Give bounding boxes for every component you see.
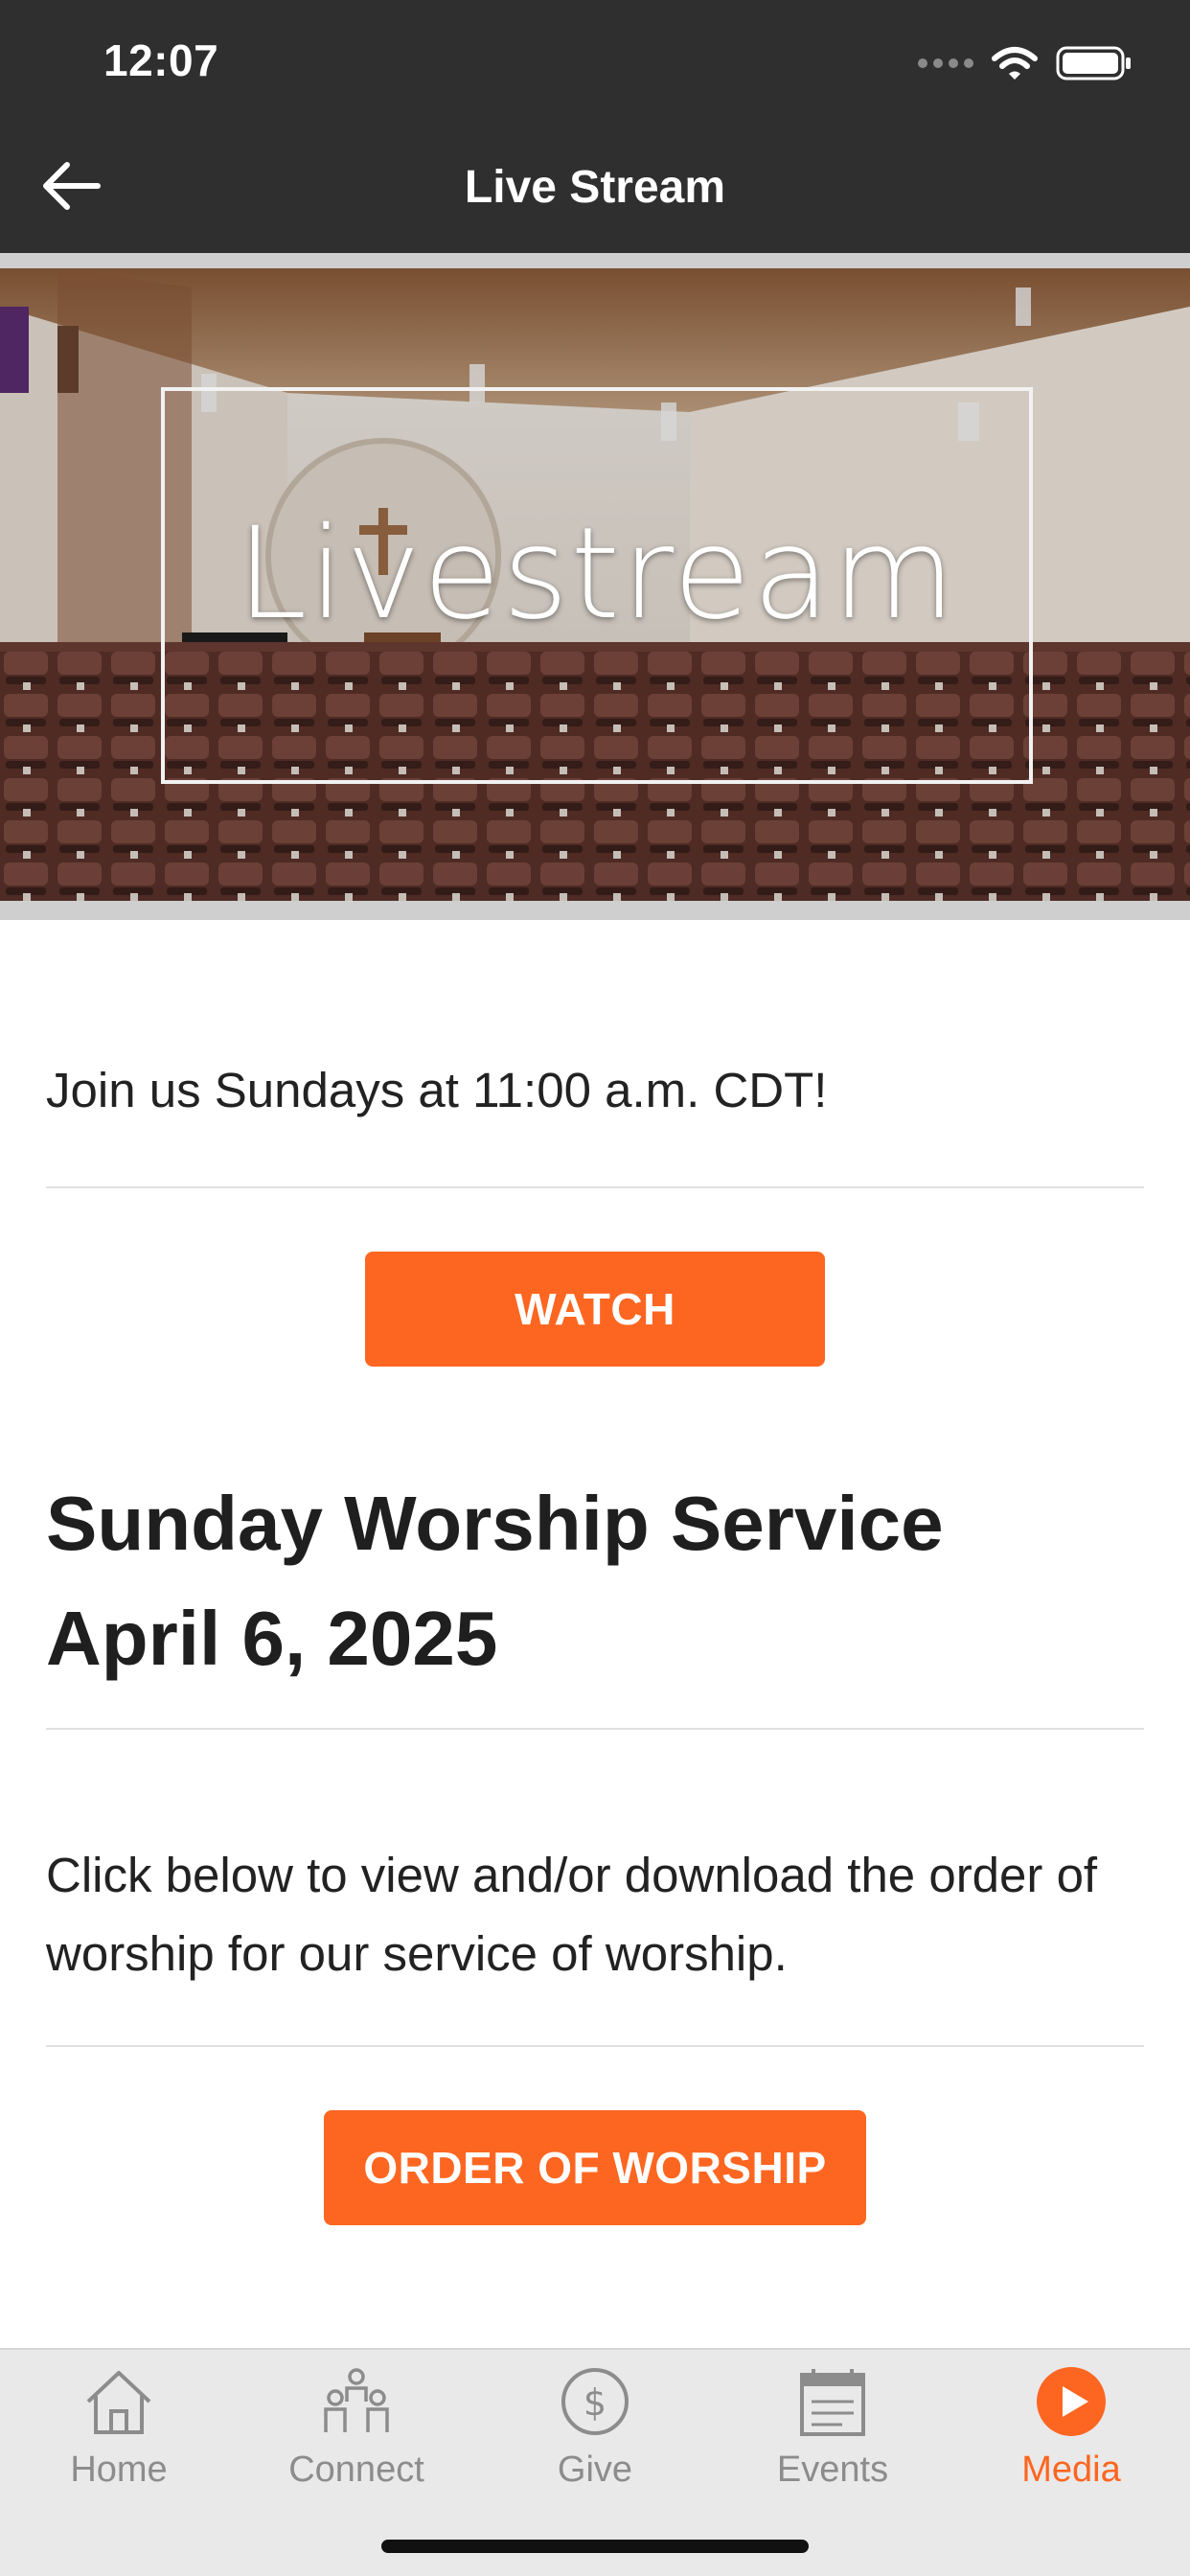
tab-label: Events	[776, 2450, 889, 2490]
tab-label: Connect	[288, 2450, 424, 2490]
tab-home[interactable]: Home	[0, 2350, 238, 2503]
home-indicator	[381, 2540, 809, 2553]
hero-overlay-text: Livestream	[236, 500, 958, 648]
svg-text:$: $	[584, 2381, 606, 2424]
tab-label: Give	[557, 2450, 633, 2490]
status-time: 12:07	[103, 35, 219, 85]
service-title-line1: Sunday Worship Service	[46, 1481, 944, 1566]
watch-button[interactable]: WATCH	[365, 1252, 825, 1367]
hero-image: Livestream	[0, 268, 1190, 901]
calendar-icon	[800, 2369, 865, 2436]
order-description: Click below to view and/or download the …	[46, 1848, 1098, 1981]
wifi-icon	[992, 47, 1038, 80]
divider	[46, 2045, 1144, 2047]
screen: 12:07 Live Stream Livestream Join us Sun…	[0, 0, 1190, 2576]
play-icon	[1037, 2367, 1106, 2436]
house-icon	[86, 2371, 151, 2434]
divider	[46, 1728, 1144, 1730]
order-of-worship-button[interactable]: ORDER OF WORSHIP	[324, 2110, 866, 2225]
tab-label: Media	[1021, 2450, 1121, 2490]
signal-icon	[918, 58, 973, 68]
status-icons	[918, 44, 1133, 82]
tab-label: Home	[70, 2450, 168, 2490]
tab-media[interactable]: Media	[952, 2350, 1190, 2503]
battery-icon	[1056, 46, 1131, 80]
dollar-icon: $	[561, 2368, 629, 2435]
service-date: April 6, 2025	[46, 1596, 498, 1681]
people-icon	[324, 2368, 389, 2432]
tab-events[interactable]: Events	[714, 2350, 951, 2503]
tab-connect[interactable]: Connect	[238, 2350, 475, 2503]
divider	[46, 1186, 1144, 1188]
service-title: Sunday Worship Service April 6, 2025	[46, 1466, 1144, 1696]
hero-banner: Livestream	[0, 253, 1190, 920]
tab-give[interactable]: $ Give	[476, 2350, 714, 2503]
top-bar: 12:07 Live Stream	[0, 0, 1190, 253]
page-title: Live Stream	[464, 162, 726, 213]
intro-text: Join us Sundays at 11:00 a.m. CDT!	[46, 1063, 828, 1117]
